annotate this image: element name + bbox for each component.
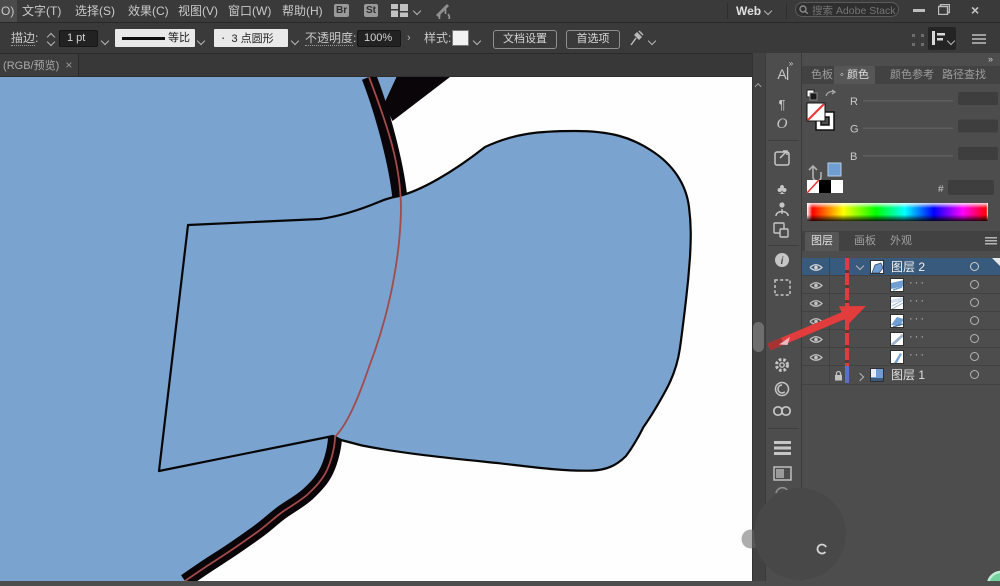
svg-text:G: G [850,124,859,136]
svg-text:O: O [777,116,788,132]
svg-text:¶: ¶ [779,97,786,112]
svg-text:i: i [781,256,784,267]
svg-text:♣: ♣ [777,181,787,198]
svg-text:»: » [789,59,794,68]
svg-text:R: R [850,96,858,108]
svg-text:B: B [850,151,857,163]
svg-text:#: # [938,184,944,195]
svg-text:A: A [777,66,787,82]
